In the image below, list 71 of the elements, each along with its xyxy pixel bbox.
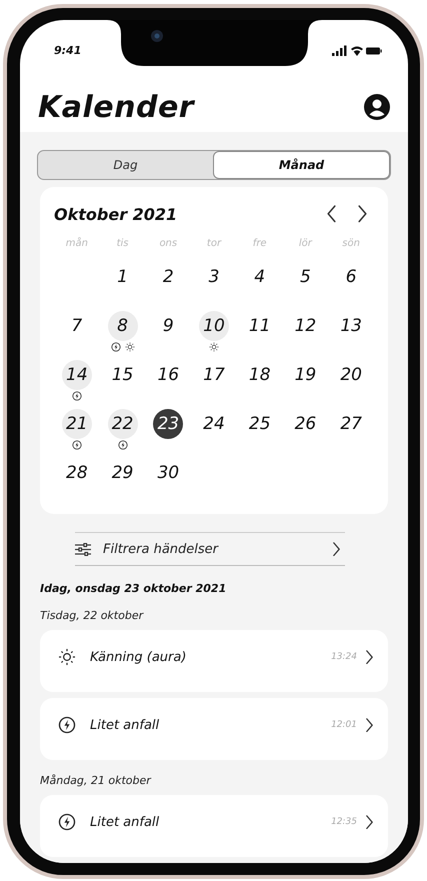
calendar-day[interactable]: 19 bbox=[290, 360, 320, 390]
previous-month-icon[interactable] bbox=[326, 205, 337, 223]
weekday-label: lör bbox=[298, 237, 314, 251]
calendar-day[interactable]: 12 bbox=[290, 311, 320, 341]
weekday-label: fre bbox=[252, 237, 268, 251]
calendar-day[interactable]: 18 bbox=[244, 360, 275, 390]
calendar-day[interactable]: 5 bbox=[290, 262, 320, 292]
lightning-icon bbox=[58, 813, 76, 831]
calendar-day[interactable]: 4 bbox=[244, 262, 275, 292]
event-card[interactable]: Känning (aura) 13:24 bbox=[40, 630, 388, 692]
calendar-day[interactable]: 25 bbox=[244, 409, 275, 439]
today-heading: Idag, onsdag 23 oktober 2021 bbox=[40, 582, 228, 595]
calendar-day[interactable]: 15 bbox=[108, 360, 138, 390]
calendar-day[interactable]: 6 bbox=[336, 262, 366, 292]
calendar-day[interactable]: 7 bbox=[62, 311, 92, 341]
sun-icon bbox=[58, 648, 76, 666]
calendar-day[interactable]: 23 bbox=[153, 409, 184, 439]
page-title: Kalender bbox=[38, 90, 194, 125]
calendar-day[interactable]: 24 bbox=[198, 409, 229, 439]
view-tab[interactable]: Månad bbox=[213, 151, 390, 179]
calendar-day[interactable]: 28 bbox=[62, 458, 92, 488]
filter-button[interactable]: Filtrera händelser bbox=[75, 532, 345, 566]
lightning-icon bbox=[58, 716, 76, 734]
calendar-day[interactable]: 8 bbox=[108, 311, 138, 341]
lightning-icon bbox=[118, 440, 128, 450]
lightning-icon bbox=[72, 440, 82, 450]
status-icons bbox=[332, 44, 382, 57]
calendar-day[interactable]: 16 bbox=[153, 360, 184, 390]
calendar-day[interactable]: 27 bbox=[336, 409, 366, 439]
calendar-day[interactable]: 30 bbox=[153, 458, 184, 488]
chevron-icon bbox=[332, 542, 341, 556]
chevron-icon bbox=[365, 650, 374, 664]
view-tab[interactable]: Dag bbox=[38, 151, 213, 179]
calendar-day[interactable]: 3 bbox=[198, 262, 229, 292]
event-card[interactable]: Litet anfall 12:35 bbox=[40, 795, 388, 857]
weekday-label: ons bbox=[158, 237, 178, 251]
lightning-icon bbox=[72, 391, 82, 401]
weekday-label: tor bbox=[206, 237, 223, 251]
weekday-label: sön bbox=[341, 237, 361, 251]
event-title: Litet anfall bbox=[90, 718, 160, 732]
chevron-icon bbox=[365, 718, 374, 732]
next-month-icon[interactable] bbox=[357, 205, 368, 223]
calendar-day[interactable]: 17 bbox=[198, 360, 229, 390]
calendar-day[interactable]: 14 bbox=[62, 360, 92, 390]
calendar-day[interactable]: 1 bbox=[108, 262, 138, 292]
calendar-day[interactable]: 9 bbox=[153, 311, 184, 341]
lightning-icon bbox=[110, 342, 121, 352]
weekday-label: tis bbox=[116, 237, 130, 251]
calendar-day[interactable]: 26 bbox=[290, 409, 320, 439]
status-time: 9:41 bbox=[54, 44, 82, 57]
date-heading: Måndag, 21 oktober bbox=[40, 774, 152, 787]
event-time: 12:01 bbox=[331, 720, 357, 730]
profile-icon[interactable] bbox=[364, 94, 390, 120]
chevron-icon bbox=[365, 814, 374, 830]
event-time: 13:24 bbox=[331, 652, 357, 662]
calendar-day[interactable]: 29 bbox=[108, 458, 138, 488]
filter-icon bbox=[75, 542, 91, 556]
date-heading: Tisdag, 22 oktober bbox=[40, 609, 145, 622]
calendar-day[interactable]: 21 bbox=[62, 409, 92, 439]
event-title: Känning (aura) bbox=[90, 650, 188, 664]
calendar-day[interactable]: 22 bbox=[108, 409, 138, 439]
calendar-day[interactable]: 10 bbox=[198, 311, 229, 341]
weekday-label: mån bbox=[64, 236, 89, 251]
event-card[interactable]: Litet anfall 12:01 bbox=[40, 698, 388, 760]
calendar-day[interactable]: 13 bbox=[336, 311, 366, 341]
event-time: 12:35 bbox=[331, 817, 357, 827]
calendar-day[interactable]: 11 bbox=[244, 311, 275, 341]
month-title: Oktober 2021 bbox=[54, 204, 178, 224]
calendar-day[interactable]: 2 bbox=[153, 262, 184, 292]
event-title: Litet anfall bbox=[90, 814, 160, 830]
calendar-day[interactable]: 20 bbox=[336, 360, 366, 390]
